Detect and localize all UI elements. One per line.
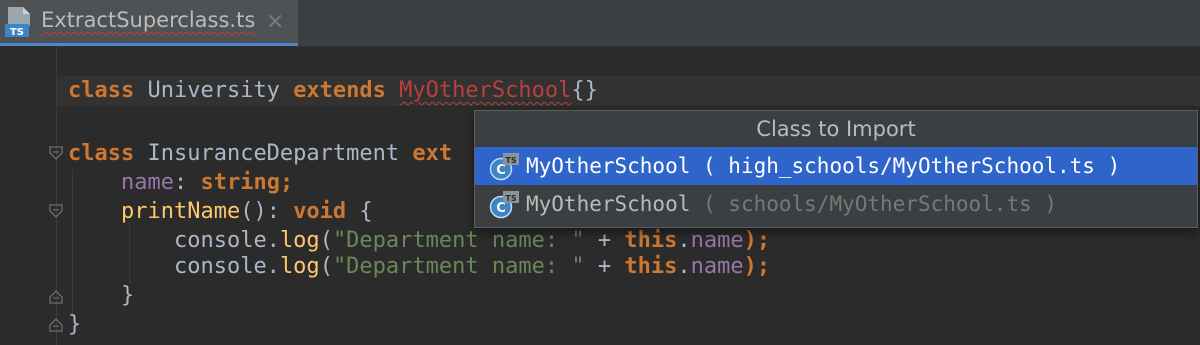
dot: . — [677, 254, 691, 279]
class-braces: {} — [571, 78, 598, 103]
code-line-close-method[interactable]: } — [68, 283, 134, 309]
plus-operator: + — [584, 254, 625, 279]
console-object: console. — [173, 228, 280, 253]
property-name: name — [690, 228, 744, 253]
ide-window: TS ExtractSuperclass.ts × class Universi… — [0, 0, 1200, 345]
typescript-file-icon: TS — [5, 7, 30, 38]
colon: : — [173, 170, 201, 195]
open-paren: ( — [319, 254, 333, 279]
code-line-console-log[interactable]: console.log("Department name: " + this.n… — [68, 228, 770, 254]
class-name: University — [134, 78, 294, 103]
fold-end-icon[interactable] — [49, 290, 63, 304]
dot: . — [677, 228, 691, 253]
log-function: log — [279, 228, 320, 253]
type-string: string — [200, 170, 280, 195]
typescript-class-icon: C TS — [489, 153, 519, 181]
keyword-class: class — [68, 141, 135, 166]
method-signature: (): — [240, 199, 294, 224]
semicolon: ; — [279, 170, 294, 195]
icon-label: TS — [505, 156, 516, 165]
svg-text:C: C — [496, 163, 506, 178]
module-path: ( schools/MyOtherSchool.ts ) — [690, 192, 1058, 216]
editor-tab-bar: TS ExtractSuperclass.ts × — [0, 0, 1200, 47]
class-name: MyOtherSchool — [526, 192, 691, 216]
import-option-text: MyOtherSchool ( schools/MyOtherSchool.ts… — [526, 191, 1057, 217]
keyword-extends-partial: ext — [412, 141, 453, 166]
class-to-import-popup: Class to Import C TS MyOtherSchool ( hig… — [474, 110, 1198, 228]
module-path: ( high_schools/MyOtherSchool.ts ) — [690, 154, 1121, 178]
import-option-schools[interactable]: C TS MyOtherSchool ( schools/MyOtherScho… — [475, 185, 1197, 223]
popup-title: Class to Import — [756, 117, 916, 141]
fold-open-icon[interactable] — [49, 204, 63, 218]
log-function: log — [279, 254, 320, 279]
open-brace: { — [346, 199, 373, 224]
import-option-text: MyOtherSchool ( high_schools/MyOtherScho… — [526, 153, 1120, 179]
fold-end-icon[interactable] — [49, 318, 63, 332]
code-line-name-prop[interactable]: name: string; — [68, 170, 293, 196]
code-line-insurance-department[interactable]: class InsuranceDepartment ext — [68, 141, 452, 167]
code-line-close-class[interactable]: } — [68, 312, 81, 338]
keyword-extends: extends — [293, 78, 386, 103]
property-name: name — [690, 254, 744, 279]
unresolved-superclass[interactable]: MyOtherSchool — [399, 78, 571, 103]
code-line-university[interactable]: class University extends MyOtherSchool{} — [68, 78, 598, 104]
icon-label: TS — [505, 194, 516, 203]
close-paren-semi: ); — [743, 228, 771, 253]
method-name: printName — [120, 199, 241, 224]
keyword-void: void — [293, 199, 347, 224]
keyword-this: this — [624, 228, 678, 253]
close-paren-semi: ); — [743, 254, 771, 279]
code-line-console-log[interactable]: console.log("Department name: " + this.n… — [68, 254, 770, 280]
keyword-this: this — [624, 254, 678, 279]
string-literal: "Department name: " — [332, 254, 585, 279]
typescript-class-icon: C TS — [489, 191, 519, 219]
class-name: InsuranceDepartment — [134, 141, 413, 166]
code-line-print-name[interactable]: printName(): void { — [68, 199, 373, 225]
svg-text:C: C — [496, 201, 506, 216]
tab-icon-label: TS — [10, 27, 24, 38]
plus-operator: + — [584, 228, 625, 253]
class-name: MyOtherSchool — [526, 154, 691, 178]
keyword-class: class — [68, 78, 135, 103]
string-literal: "Department name: " — [332, 228, 585, 253]
fold-open-icon[interactable] — [49, 146, 63, 160]
close-icon[interactable]: × — [266, 9, 284, 34]
console-object: console. — [173, 254, 280, 279]
tab-title: ExtractSuperclass.ts — [41, 8, 256, 32]
tab-extract-superclass[interactable]: TS ExtractSuperclass.ts × — [0, 0, 298, 46]
import-option-high-schools[interactable]: C TS MyOtherSchool ( high_schools/MyOthe… — [475, 147, 1197, 185]
open-paren: ( — [319, 228, 333, 253]
property-name: name — [120, 170, 174, 195]
